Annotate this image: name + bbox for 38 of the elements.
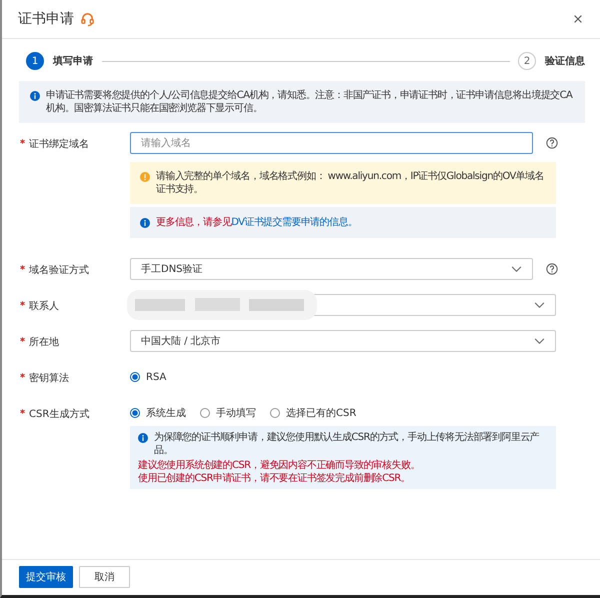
info-text: 为保障您的证书顺利申请，建议您使用默认生成CSR的方式，手动上传将无法部署到阿里云产品。: [154, 431, 540, 457]
field-label: 联系人: [29, 300, 59, 313]
headset-icon[interactable]: [80, 12, 95, 26]
field-label: 密钥算法: [29, 372, 69, 385]
dialog-title: 证书申请: [18, 10, 74, 28]
warning-text: 请输入完整的单个域名，域名格式例如： www.aliyun.com，IP证书仅Globalsign的OV单域名证书支持。: [156, 170, 545, 196]
step-number: 2: [518, 52, 536, 70]
info-icon: [30, 91, 40, 101]
help-icon[interactable]: [546, 263, 558, 275]
radio-option[interactable]: 选择已有的CSR: [270, 406, 356, 420]
warning-text: 使用已创建的CSR申请证书，请不要在证书签发完成前删除CSR。: [138, 472, 410, 485]
step-label: 填写申请: [53, 54, 93, 68]
caret-icon: [534, 338, 545, 344]
field-label: 域名验证方式: [29, 264, 89, 277]
step-number: 1: [26, 52, 44, 70]
info-text: 更多信息，请参见: [156, 216, 232, 229]
radio-option[interactable]: 手动填写: [200, 406, 256, 420]
close-icon[interactable]: [573, 14, 583, 24]
field-label: 所在地: [29, 336, 59, 349]
warning-text: 建议您使用系统创建的CSR，避免因内容不正确而导致的审核失败。: [138, 459, 420, 472]
dropdown-field[interactable]: 中国大陆 / 北京市: [130, 330, 556, 352]
cancel-button[interactable]: 取消: [79, 566, 130, 588]
radio-option[interactable]: 系统生成: [130, 406, 186, 420]
step-label: 验证信息: [545, 54, 585, 68]
warning-icon: [140, 172, 150, 182]
dropdown-field[interactable]: 手工DNS验证: [130, 258, 533, 280]
submit-button[interactable]: 提交审核: [19, 566, 73, 588]
caret-icon: [511, 266, 522, 272]
notice-text: 申请证书需要将您提供的个人/公司信息提交给CA机构，请知悉。注意：非国产证书，申请证书时，证书申请信息将出境提交CA机构。国密算法证书只能在国密浏览器下显示可信。: [46, 89, 574, 115]
field-label: CSR生成方式: [29, 408, 90, 421]
help-icon[interactable]: [546, 137, 558, 149]
field-label: 证书绑定域名: [29, 138, 89, 151]
info-icon: [138, 433, 148, 443]
caret-icon: [534, 302, 545, 308]
radio-option[interactable]: RSA: [130, 372, 166, 382]
info-icon: [140, 218, 150, 228]
domain-input[interactable]: 请输入域名: [130, 132, 533, 154]
info-link[interactable]: DV证书提交需要申请的信息。: [231, 216, 358, 229]
